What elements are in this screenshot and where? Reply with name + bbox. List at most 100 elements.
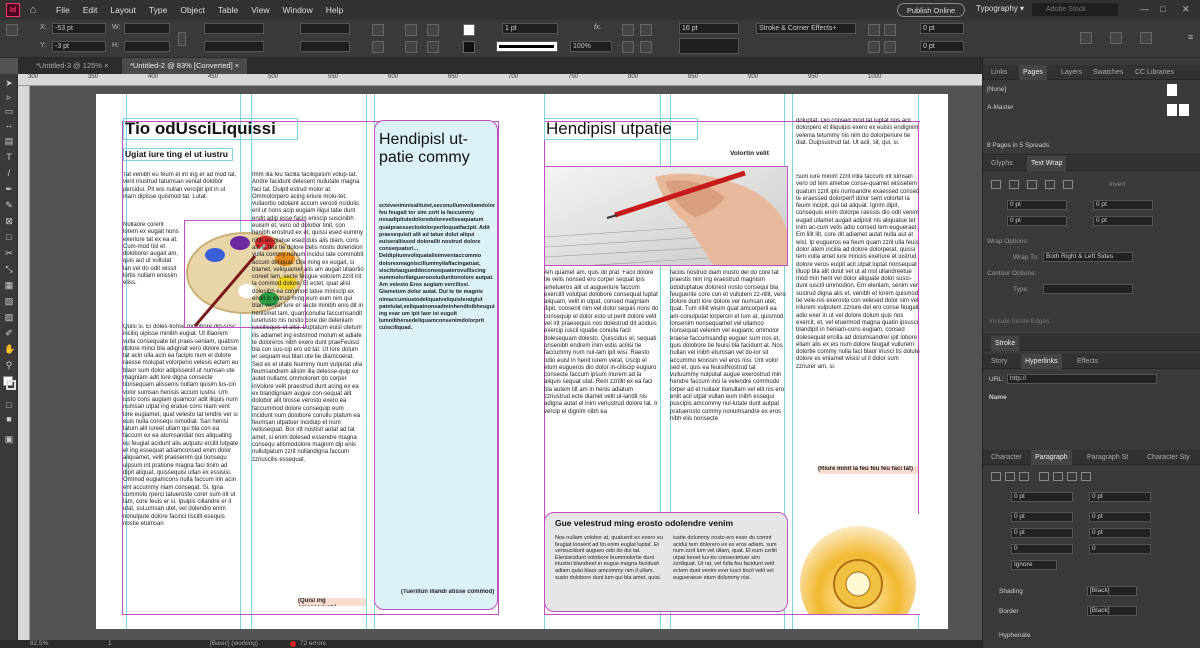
border-checkbox[interactable]: Border <box>999 608 1019 615</box>
stroke-swatch[interactable] <box>463 41 475 53</box>
gap-tool-icon[interactable]: ↔ <box>4 120 14 130</box>
pencil-tool-icon[interactable]: ✎ <box>4 200 14 210</box>
gradient-feather-tool-icon[interactable]: ▧ <box>4 296 14 306</box>
first-line-indent-field[interactable]: 0 pt <box>1011 512 1073 522</box>
callout-box[interactable]: Gue velestrud ming erosto odolendre veni… <box>544 512 788 612</box>
align-center-icon[interactable] <box>1005 472 1015 481</box>
rotate-90ccw-icon[interactable] <box>405 41 417 53</box>
hand-tool-icon[interactable]: ✋ <box>4 344 15 354</box>
wrap-left-offset[interactable]: 0 pt <box>1093 200 1153 210</box>
text-wrap-jump-icon[interactable] <box>884 41 896 53</box>
fit-content-icon[interactable] <box>1140 32 1152 44</box>
document-canvas[interactable]: Tio odUsciLiquissi Ugiat iure ting el ut… <box>30 86 982 640</box>
content-collector-icon[interactable]: ▤ <box>4 136 14 146</box>
shading-color-select[interactable]: [Black] <box>1087 586 1137 596</box>
workspace-switcher[interactable]: Typography ▾ <box>976 4 1024 13</box>
body-text-col1[interactable]: Quisi si. El doles-tionse molobore dip-s… <box>123 324 239 607</box>
page-title[interactable]: Tio odUsciLiquissi <box>123 118 298 140</box>
gear-image-frame[interactable] <box>796 514 920 614</box>
tab-glyphs[interactable]: Glyphs <box>991 156 1013 171</box>
type-tool-icon[interactable]: T <box>4 152 14 162</box>
page2-body-col1[interactable]: Am quamet am, quis dit prat. Facil dolor… <box>544 270 660 466</box>
selection-container-icon[interactable] <box>372 24 384 36</box>
stroke-weight-field[interactable]: 1 pt <box>502 23 558 34</box>
space-before-field[interactable]: 0 pt <box>1011 528 1073 538</box>
reference-point-icon[interactable] <box>6 24 18 36</box>
page-subtitle[interactable]: Ugiat iure ting el ut iustru <box>123 148 233 161</box>
tab-untitled-3[interactable]: *Untitled-3 @ 125% × <box>28 58 116 74</box>
wrap-bbox-icon[interactable] <box>1009 180 1019 189</box>
rotate-field[interactable] <box>300 23 350 34</box>
drop-cap-lines-field[interactable]: 0 <box>1011 544 1073 554</box>
align-center-icon[interactable] <box>640 24 652 36</box>
menu-file[interactable]: File <box>56 5 70 15</box>
tab-character-styles[interactable]: Character Sty <box>1147 450 1190 465</box>
zoom-tool-icon[interactable]: ⚲ <box>4 360 14 370</box>
wrap-top-offset[interactable]: 0 pt <box>1007 200 1067 210</box>
close-icon[interactable]: ✕ <box>1182 4 1190 15</box>
no-wrap-icon[interactable] <box>991 180 1001 189</box>
writing-photo-frame[interactable] <box>544 166 788 266</box>
corner-shape-select[interactable] <box>679 38 739 54</box>
menu-edit[interactable]: Edit <box>83 5 98 15</box>
space-after-field[interactable]: 0 pt <box>1089 528 1151 538</box>
pen-tool-icon[interactable]: ✒ <box>4 184 14 194</box>
menu-table[interactable]: Table <box>218 5 238 15</box>
selection-content-icon[interactable] <box>372 41 384 53</box>
auto-fit-icon[interactable] <box>1080 32 1092 44</box>
justify-right-icon[interactable] <box>1067 472 1077 481</box>
invert-checkbox[interactable]: Invert <box>1109 181 1125 188</box>
tab-pages[interactable]: Pages <box>1019 65 1047 80</box>
rotate-90cw-icon[interactable] <box>405 24 417 36</box>
tab-cc-libraries[interactable]: CC Libraries <box>1135 65 1174 80</box>
col3-note[interactable]: (Riure minit la feu feu feu faci tat) <box>818 466 918 474</box>
menu-view[interactable]: View <box>251 5 269 15</box>
left-indent-field[interactable]: 0 pt <box>1011 492 1073 502</box>
menu-layout[interactable]: Layout <box>110 5 136 15</box>
tab-effects[interactable]: Effects <box>1077 354 1098 369</box>
align-left-icon[interactable] <box>622 24 634 36</box>
body-text-col1-wrap[interactable]: Nullaore corerit lorem ex eugait nons ex… <box>123 222 179 318</box>
tab-paragraph-styles[interactable]: Paragraph St <box>1087 450 1128 465</box>
page2-title[interactable]: Hendipisl utpatie <box>544 118 698 140</box>
stroke-color-icon[interactable] <box>6 380 16 390</box>
tab-swatches[interactable]: Swatches <box>1093 65 1123 80</box>
last-line-indent-field[interactable]: 0 pt <box>1089 512 1151 522</box>
menu-type[interactable]: Type <box>149 5 167 15</box>
eyedropper-tool-icon[interactable]: ✐ <box>4 328 14 338</box>
page2-body-col2[interactable]: facilis nostrud diam iriusto del do core… <box>670 270 786 466</box>
preflight-profile[interactable]: [Basic] (working) <box>210 640 258 648</box>
border-color-select[interactable]: [Black] <box>1087 606 1137 616</box>
horizontal-ruler[interactable]: 300 350 400 450 500 550 600 650 700 750 … <box>18 74 982 86</box>
apply-color-icon[interactable]: ■ <box>4 414 14 424</box>
fill-swatch[interactable] <box>463 24 475 36</box>
line-tool-icon[interactable]: / <box>4 168 14 178</box>
tab-character[interactable]: Character <box>991 450 1022 465</box>
tab-stroke[interactable]: Stroke <box>991 336 1020 351</box>
formatting-container-icon[interactable]: □ <box>4 400 14 410</box>
minimize-icon[interactable]: — <box>1140 4 1149 14</box>
text-wrap-shape-icon[interactable] <box>868 41 880 53</box>
align-right-icon[interactable] <box>1019 472 1029 481</box>
tab-story[interactable]: Story <box>991 354 1007 369</box>
stock-search-input[interactable]: Adobe Stock <box>1032 3 1118 16</box>
h-field[interactable] <box>124 41 170 52</box>
corner-size-field[interactable]: 16 pt <box>679 23 739 34</box>
note-tool-icon[interactable]: ▨ <box>4 312 14 322</box>
url-input[interactable]: http:// <box>1007 374 1157 384</box>
scale-x-field[interactable] <box>204 23 264 34</box>
direct-selection-tool-icon[interactable]: ▹ <box>4 92 14 102</box>
x-field[interactable]: -53 pt <box>52 23 106 34</box>
hyphenate-checkbox[interactable]: Hyphenate <box>999 632 1030 639</box>
maximize-icon[interactable]: □ <box>1160 4 1165 14</box>
right-indent-field[interactable]: 0 pt <box>1089 492 1151 502</box>
effects-select[interactable]: Stroke & Corner Effects+ <box>756 23 856 34</box>
gradient-tool-icon[interactable]: ▦ <box>4 280 14 290</box>
wrap-shape-icon[interactable] <box>1027 180 1037 189</box>
menu-object[interactable]: Object <box>180 5 205 15</box>
distribute-left-icon[interactable] <box>622 41 634 53</box>
align-grid-select[interactable]: Ignore <box>1011 560 1057 570</box>
menu-window[interactable]: Window <box>283 5 313 15</box>
col2-note[interactable]: (Quisl ing eraessequat.) <box>298 598 366 606</box>
w-field[interactable] <box>124 23 170 34</box>
